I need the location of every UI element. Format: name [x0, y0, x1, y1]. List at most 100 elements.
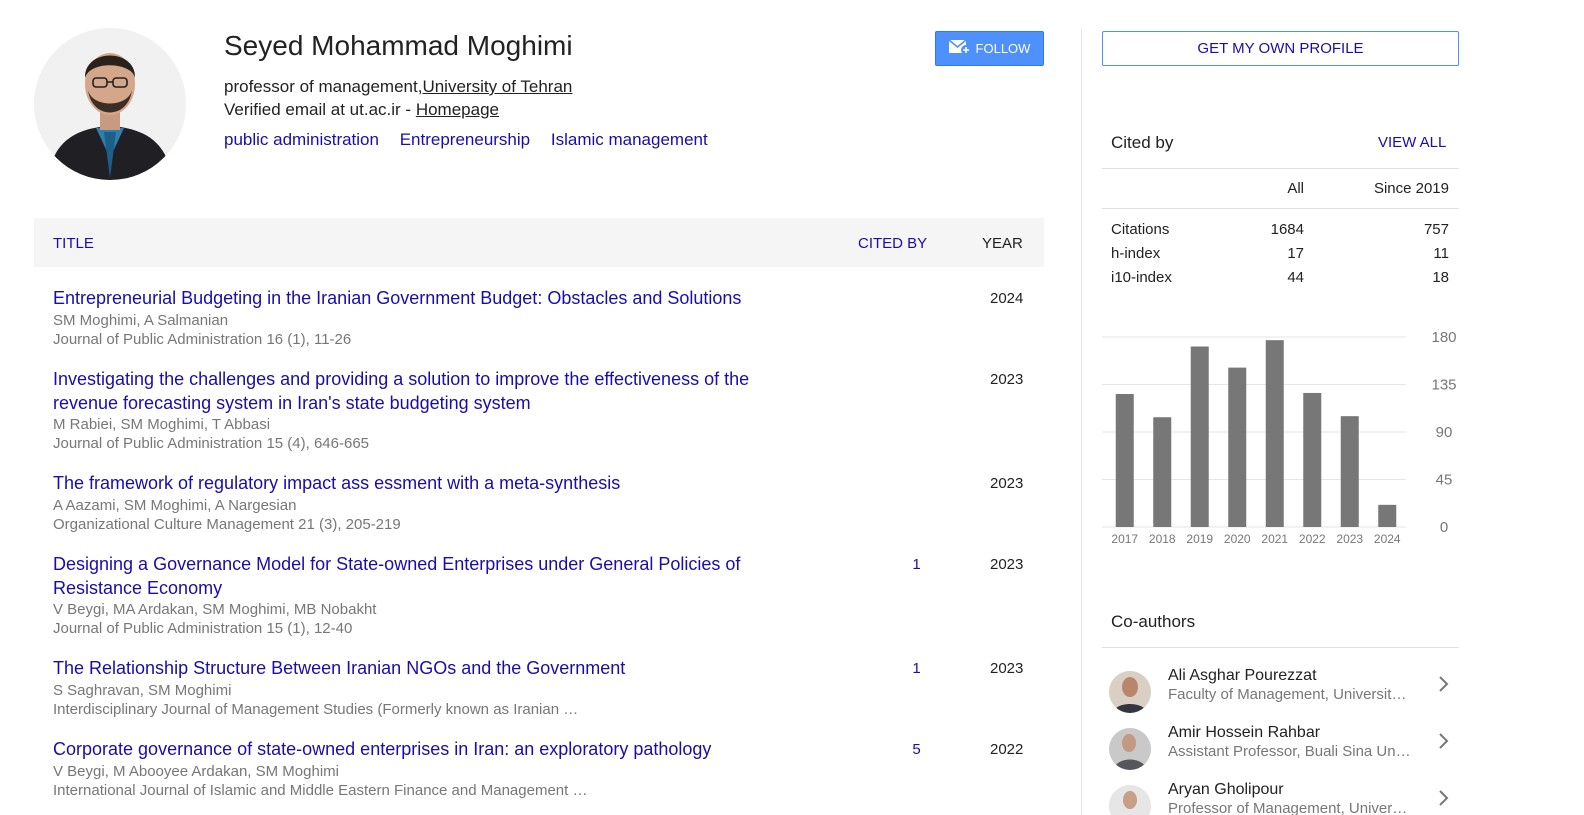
publication-authors: V Beygi, M Abooyee Ardakan, SM Moghimi: [53, 763, 339, 780]
publication-year: 2024: [990, 290, 1024, 307]
publication-title[interactable]: Investigating the challenges and providi…: [53, 368, 813, 415]
chart-bar[interactable]: [1265, 340, 1284, 527]
x-tick-label: 2023: [1336, 532, 1363, 546]
chart-bar[interactable]: [1303, 392, 1322, 527]
publication-venue: International Journal of Islamic and Mid…: [53, 782, 588, 799]
metric-since: 757: [1423, 221, 1449, 238]
follow-button[interactable]: FOLLOW: [935, 31, 1044, 66]
research-interests: public administration Entrepreneurship I…: [224, 130, 724, 150]
publication-authors: S Saghravan, SM Moghimi: [53, 682, 232, 699]
table-header: TITLE CITED BY YEAR: [34, 218, 1044, 267]
table-row: Entrepreneurial Budgeting in the Iranian…: [34, 287, 1044, 367]
sort-by-title[interactable]: TITLE: [53, 235, 94, 252]
metric-label: Citations: [1111, 221, 1170, 238]
interest-link[interactable]: Entrepreneurship: [400, 130, 530, 149]
divider: [1102, 208, 1459, 209]
publication-venue: Journal of Public Administration 16 (1),…: [53, 331, 352, 348]
publication-venue: Journal of Public Administration 15 (1),…: [53, 620, 353, 637]
affiliation-text: professor of management,: [224, 77, 423, 96]
column-header-since: Since 2019: [1373, 180, 1449, 197]
metric-label: h-index: [1111, 245, 1161, 262]
table-row: Designing a Governance Model for State-o…: [34, 553, 1044, 657]
column-divider: [1081, 28, 1082, 815]
verified-email-text: Verified email at ut.ac.ir -: [224, 100, 416, 119]
chevron-right-icon[interactable]: [1438, 675, 1450, 699]
table-row: Investigating the challenges and providi…: [34, 368, 1044, 472]
chevron-right-icon[interactable]: [1438, 732, 1450, 756]
coauthors-heading: Co-authors: [1111, 612, 1196, 631]
metric-row-h-index: h-index 17 11: [1111, 245, 1449, 269]
mail-plus-icon: [948, 39, 971, 58]
interest-link[interactable]: Islamic management: [551, 130, 708, 149]
publication-year: 2023: [990, 371, 1024, 388]
cited-by-count[interactable]: 1: [904, 660, 929, 677]
metric-since: 11: [1433, 245, 1449, 262]
metric-since: 18: [1432, 269, 1449, 286]
chart-bar[interactable]: [1228, 367, 1247, 527]
affiliation-link[interactable]: University of Tehran: [422, 77, 572, 96]
publication-title[interactable]: Corporate governance of state-owned ente…: [53, 738, 813, 762]
x-tick-label: 2024: [1374, 532, 1401, 546]
divider: [1102, 647, 1459, 648]
avatar: [1109, 671, 1151, 713]
avatar: [1109, 785, 1151, 815]
sort-by-cited[interactable]: CITED BY: [858, 235, 927, 252]
metric-row-i10-index: i10-index 44 18: [1111, 269, 1449, 293]
y-tick-label: 45: [1436, 472, 1453, 489]
publication-title[interactable]: The framework of regulatory impact ass e…: [53, 472, 813, 496]
table-row: The Relationship Structure Between Irani…: [34, 657, 1044, 737]
metric-row-citations: Citations 1684 757: [1111, 221, 1449, 245]
coauthor-affiliation: Assistant Professor, Buali Sina Universi…: [1168, 743, 1411, 760]
coauthor-name[interactable]: Amir Hossein Rahbar: [1168, 724, 1320, 742]
interest-link[interactable]: public administration: [224, 130, 379, 149]
publication-authors: V Beygi, MA Ardakan, SM Moghimi, MB Noba…: [53, 601, 377, 618]
y-tick-label: 0: [1440, 519, 1448, 536]
chart-bar[interactable]: [1340, 416, 1359, 527]
view-all-link[interactable]: VIEW ALL: [1378, 134, 1446, 151]
coauthor-affiliation: Professor of Management, University of T…: [1168, 800, 1411, 815]
chevron-right-icon[interactable]: [1438, 789, 1450, 813]
x-tick-label: 2017: [1111, 532, 1138, 546]
table-row: Corporate governance of state-owned ente…: [34, 738, 1044, 815]
profile-photo: [34, 28, 186, 180]
chart-bar[interactable]: [1378, 504, 1397, 527]
chart-bar[interactable]: [1190, 346, 1209, 528]
publication-authors: SM Moghimi, A Salmanian: [53, 312, 229, 329]
metric-label: i10-index: [1111, 269, 1172, 286]
cited-by-count[interactable]: 5: [904, 741, 929, 758]
profile-affiliation: professor of management,University of Te…: [224, 77, 572, 97]
x-tick-label: 2020: [1224, 532, 1251, 546]
x-tick-label: 2019: [1186, 532, 1213, 546]
y-tick-label: 90: [1436, 424, 1453, 441]
y-tick-label: 180: [1431, 329, 1456, 346]
avatar: [1109, 728, 1151, 770]
profile-photo-image: [34, 28, 186, 180]
homepage-link[interactable]: Homepage: [416, 100, 499, 119]
get-my-own-profile-button[interactable]: GET MY OWN PROFILE: [1102, 31, 1459, 66]
y-tick-label: 135: [1431, 377, 1456, 394]
publication-venue: Interdisciplinary Journal of Management …: [53, 701, 579, 718]
publication-year: 2022: [990, 741, 1024, 758]
publication-title[interactable]: Entrepreneurial Budgeting in the Iranian…: [53, 287, 813, 311]
publication-title[interactable]: Designing a Governance Model for State-o…: [53, 553, 813, 600]
coauthor-item[interactable]: Amir Hossein Rahbar Assistant Professor,…: [1102, 724, 1459, 781]
sort-by-year[interactable]: YEAR: [982, 235, 1023, 252]
chart-bar[interactable]: [1115, 394, 1134, 527]
cited-by-heading: Cited by: [1111, 133, 1174, 152]
cited-by-count[interactable]: 1: [904, 556, 929, 573]
coauthor-name[interactable]: Ali Asghar Pourezzat: [1168, 667, 1317, 685]
metric-all: 17: [1287, 245, 1304, 262]
chart-bar[interactable]: [1153, 417, 1172, 527]
divider: [1102, 168, 1459, 169]
table-row: The framework of regulatory impact ass e…: [34, 472, 1044, 552]
follow-label: FOLLOW: [975, 41, 1031, 56]
publication-title[interactable]: The Relationship Structure Between Irani…: [53, 657, 813, 681]
publication-year: 2023: [990, 660, 1024, 677]
coauthor-item[interactable]: Ali Asghar Pourezzat Faculty of Manageme…: [1102, 667, 1459, 724]
coauthor-item[interactable]: Aryan Gholipour Professor of Management,…: [1102, 781, 1459, 815]
coauthor-name[interactable]: Aryan Gholipour: [1168, 781, 1284, 799]
publication-year: 2023: [990, 556, 1024, 573]
column-header-all: All: [1287, 180, 1304, 197]
publication-year: 2023: [990, 475, 1024, 492]
citations-bar-chart: 180 135 90 45 0 2017 2018 2019 2020 2021 2022 2023 2…: [1102, 329, 1457, 546]
